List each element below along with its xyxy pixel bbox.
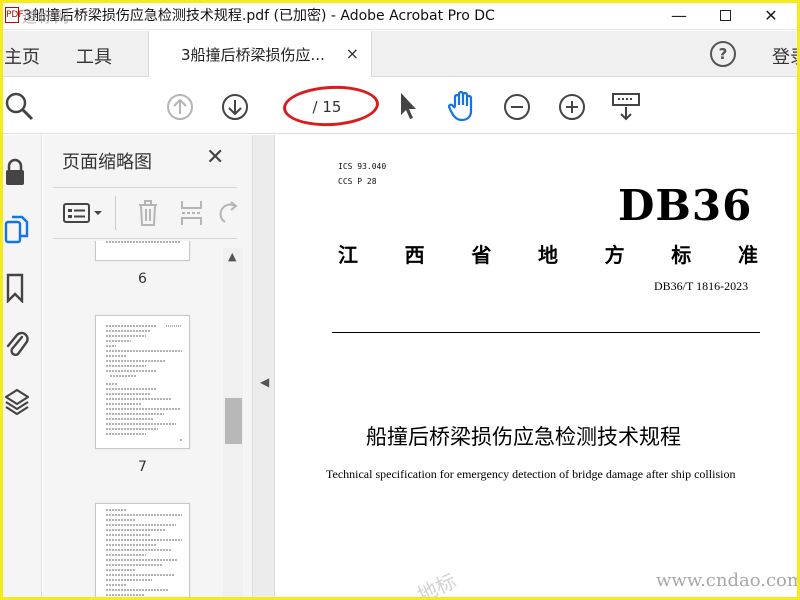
page-thumbnails-panel: 页面缩略图 ✕ 6 7 — [43, 135, 253, 600]
document-tab[interactable]: 3船撞后桥梁损伤应... × — [148, 31, 372, 77]
thumbnail-label: 7 — [138, 459, 147, 475]
scroll-up-arrow-icon[interactable]: ▲ — [228, 250, 236, 263]
thumbnail-page-7[interactable] — [95, 315, 190, 449]
standard-number: DB36/T 1816-2023 — [654, 279, 749, 293]
trash-icon[interactable] — [135, 198, 161, 228]
page-8-preview — [106, 509, 182, 600]
panel-close-button[interactable]: ✕ — [206, 145, 224, 170]
acrobat-app-icon: PDF — [5, 6, 24, 23]
panel-collapse-strip[interactable]: ◀ — [253, 135, 275, 600]
thumbnail-page-6[interactable] — [95, 241, 190, 261]
standard-type-char: 西 — [404, 243, 425, 267]
home-tab[interactable]: 主页 — [4, 43, 40, 69]
tab-bar: 主页 工具 3船撞后桥梁损伤应... × ? 登录 — [0, 31, 800, 77]
document-title-en: Technical specification for emergency de… — [326, 467, 736, 481]
thumbnail-label: 6 — [138, 271, 147, 287]
rotate-icon[interactable] — [219, 198, 239, 228]
scrollbar-thumb[interactable] — [225, 398, 242, 444]
pages-icon[interactable] — [4, 215, 30, 245]
close-window-button[interactable]: ✕ — [748, 0, 794, 30]
standard-type-char: 省 — [471, 243, 492, 267]
search-icon[interactable] — [4, 91, 34, 121]
zoom-out-icon[interactable] — [503, 93, 531, 121]
ics-code: ICS 93.040 — [338, 162, 387, 171]
tools-tab[interactable]: 工具 — [76, 43, 112, 69]
zoom-in-icon[interactable] — [558, 93, 586, 121]
ccs-code: CCS P 28 — [338, 177, 377, 186]
page-down-icon[interactable] — [221, 93, 249, 121]
thumbnail-options-icon[interactable] — [63, 201, 105, 225]
document-page: ICS 93.040 CCS P 28 DB36 江 西 省 地 方 标 准 D… — [276, 135, 800, 600]
watermark-url: www.cndao.com — [656, 570, 800, 591]
standard-type-heading: 江 西 省 地 方 标 准 — [338, 239, 758, 268]
document-tab-close-button[interactable]: × — [346, 44, 359, 63]
panel-title: 页面缩略图 — [62, 152, 152, 173]
standard-type-char: 标 — [671, 243, 692, 267]
layers-icon[interactable] — [4, 387, 32, 419]
toolbar-divider — [115, 196, 116, 230]
document-tab-label: 3船撞后桥梁损伤应... — [181, 45, 325, 64]
extract-page-icon[interactable] — [179, 198, 205, 228]
left-navigation-rail — [0, 135, 42, 600]
thumbnail-list: 6 7 — [43, 241, 243, 600]
thumbnail-page-8[interactable] — [95, 503, 190, 600]
document-title-cn: 船撞后桥梁损伤应急检测技术规程 — [366, 425, 681, 449]
standard-type-char: 江 — [338, 243, 358, 267]
attachment-icon[interactable] — [4, 329, 30, 359]
thumbnail-scrollbar[interactable]: ▲ — [223, 248, 243, 600]
collapse-panel-arrow-icon[interactable]: ◀ — [260, 375, 269, 389]
standard-code-logo: DB36 — [618, 181, 753, 230]
maximize-icon — [719, 9, 731, 21]
standard-type-char: 准 — [737, 243, 758, 267]
page-7-preview — [106, 325, 182, 441]
minimize-button[interactable]: — — [656, 0, 702, 30]
keyboard-icon[interactable] — [611, 92, 643, 122]
sign-in-button[interactable]: 登录 — [772, 43, 800, 69]
window-controls: — ✕ — [656, 0, 794, 30]
panel-toolbar — [53, 187, 239, 239]
page-up-icon[interactable] — [166, 93, 194, 121]
page-6-preview — [106, 241, 180, 243]
watermark-logo: 道标网 — [22, 8, 71, 26]
hand-icon[interactable] — [446, 89, 478, 123]
help-icon[interactable]: ? — [710, 41, 736, 67]
standard-type-char: 地 — [537, 243, 558, 267]
bookmark-icon[interactable] — [4, 273, 26, 303]
select-arrow-icon[interactable] — [398, 91, 420, 121]
divider-line — [332, 332, 760, 333]
standard-type-char: 方 — [604, 243, 625, 267]
window-title: 3船撞后桥梁损伤应急检测技术规程.pdf (已加密) - Adobe Acrob… — [23, 7, 495, 24]
lock-icon[interactable] — [4, 157, 26, 187]
maximize-button[interactable] — [702, 0, 748, 30]
title-bar: PDF 3船撞后桥梁损伤应急检测技术规程.pdf (已加密) - Adobe A… — [0, 0, 800, 30]
